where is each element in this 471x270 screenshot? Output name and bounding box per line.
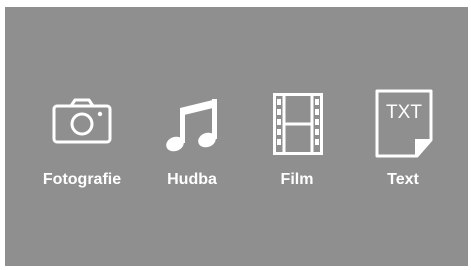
camera-icon (52, 98, 112, 144)
media-menu-screen: Fotografie Hudba Film TXT Text (5, 7, 468, 266)
music-note-icon (166, 99, 217, 152)
menu-item-film[interactable]: Film (258, 7, 336, 266)
menu-item-label: Hudba (167, 171, 217, 188)
menu-item-label: Fotografie (42, 171, 122, 188)
text-file-icon: TXT (375, 89, 433, 158)
menu-item-music[interactable]: Hudba (153, 7, 231, 266)
menu-item-label: Text (387, 171, 419, 188)
film-strip-icon (273, 93, 323, 155)
file-type-label: TXT (386, 102, 422, 123)
menu-item-photos[interactable]: Fotografie (32, 7, 132, 266)
menu-item-text[interactable]: TXT Text (360, 7, 446, 266)
menu-item-label: Film (280, 171, 314, 188)
